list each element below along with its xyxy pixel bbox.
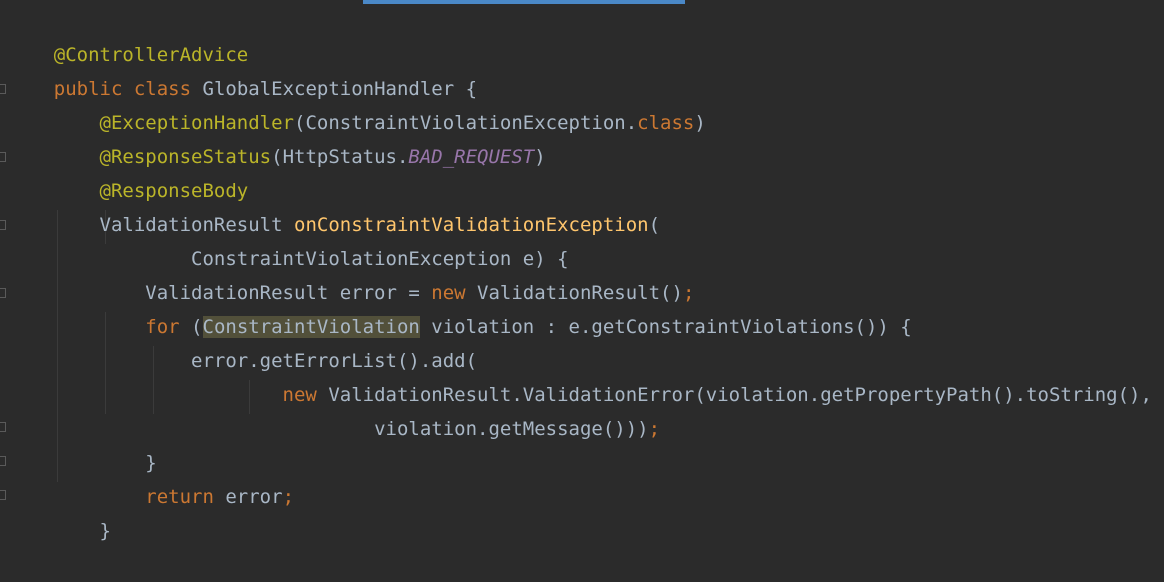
code-line-11[interactable]: new ValidationResult.ValidationError(vio… (8, 344, 1152, 406)
scroll-marker (363, 0, 685, 4)
fold-icon[interactable] (0, 84, 6, 94)
code-line-6[interactable]: ValidationResult onConstraintValidationE… (8, 174, 661, 236)
semicolon: ; (648, 418, 661, 440)
code-line-7[interactable]: ConstraintViolationException e) { (8, 208, 569, 270)
code-line-10[interactable]: error.getErrorList().add( (8, 310, 477, 372)
keyword: return (145, 486, 214, 508)
code-line-15[interactable]: } (8, 480, 111, 542)
constant: BAD_REQUEST (408, 146, 535, 168)
code-text: ) (534, 146, 546, 168)
fold-icon[interactable] (0, 456, 6, 466)
code-editor[interactable]: @ControllerAdvice public class GlobalExc… (0, 0, 1164, 542)
code-line-14[interactable]: return error; (8, 446, 294, 508)
code-text: violation.getMessage())) (374, 418, 649, 440)
code-text: (HttpStatus. (271, 146, 409, 168)
code-line-12[interactable]: violation.getMessage())); (8, 378, 660, 440)
code-line-8[interactable]: ValidationResult error = new ValidationR… (8, 242, 694, 304)
code-text: violation : e.getConstraintViolations())… (419, 316, 912, 338)
code-line-2[interactable]: public class GlobalExceptionHandler { (8, 38, 477, 100)
fold-icon[interactable] (0, 288, 6, 298)
code-line-5[interactable]: @ResponseBody (8, 140, 249, 202)
code-text: ( (648, 214, 661, 236)
fold-icon[interactable] (0, 490, 6, 500)
code-line-1[interactable]: @ControllerAdvice (8, 4, 248, 66)
code-line-13[interactable]: } (8, 412, 156, 474)
code-text: ) (694, 112, 706, 134)
code-text: error (213, 486, 283, 508)
fold-icon[interactable] (0, 152, 6, 162)
code-line-3[interactable]: @ExceptionHandler(ConstraintViolationExc… (8, 72, 706, 134)
code-line-9[interactable]: for (ConstraintViolation violation : e.g… (8, 276, 912, 338)
fold-icon[interactable] (0, 220, 6, 230)
brace: } (99, 520, 111, 542)
code-line-4[interactable]: @ResponseStatus(HttpStatus.BAD_REQUEST) (8, 106, 546, 168)
semicolon: ; (282, 486, 295, 508)
fold-icon[interactable] (0, 422, 6, 432)
keyword: class (637, 112, 695, 134)
